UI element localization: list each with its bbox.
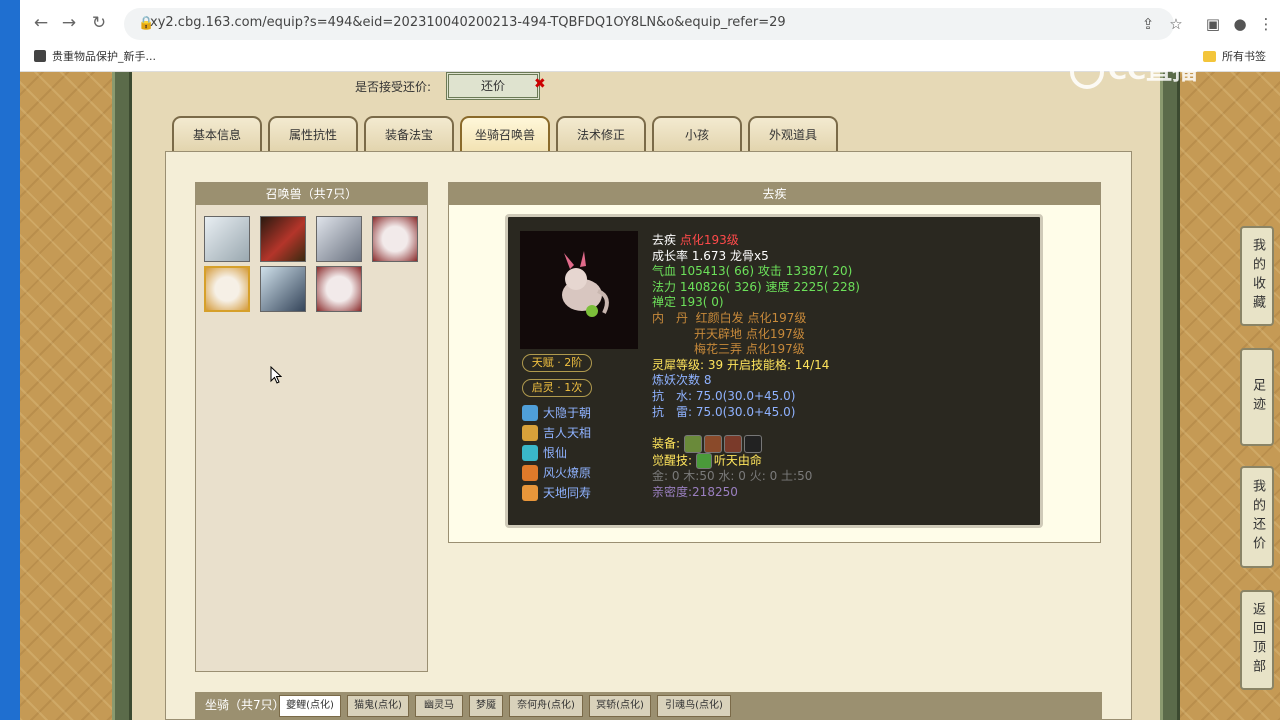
summon-stats: 去疾 点化193级 成长率 1.673 龙骨x5 气血 105413( 66) … [652,233,1032,500]
reload-icon[interactable]: ↻ [88,12,110,34]
skill-item[interactable]: 吉人天相 [522,424,591,441]
summon-thumb-selected[interactable] [204,266,250,312]
skill-item[interactable]: 风火燎原 [522,464,591,481]
skill-item[interactable]: 大隐于朝 [522,404,591,421]
profile-icon[interactable]: ● [1230,14,1250,34]
skill-icon [522,484,538,501]
tab-attributes[interactable]: 属性抗性 [268,116,358,152]
back-icon[interactable]: ← [30,12,52,34]
folder-icon [1203,50,1216,62]
qiling-badge: 启灵 · 1次 [522,379,592,397]
skill-icon [522,444,538,461]
summon-list-title: 召唤兽（共7只） [196,183,427,205]
side-my-offers[interactable]: 我的还价 [1240,466,1274,568]
summon-thumb[interactable] [316,216,362,262]
skill-icon [522,464,538,481]
summon-portrait-icon [562,251,609,317]
summon-thumb[interactable] [204,216,250,262]
equip-slot-icon[interactable] [683,435,702,454]
bookmark-item[interactable]: 贵重物品保护_新手... [34,48,156,64]
lingxi-line: 灵犀等级: 39 开启技能格: 14/14 [652,357,830,372]
summon-thumb[interactable] [260,216,306,262]
sidepanel-icon[interactable]: ▣ [1203,14,1223,34]
talent-badge: 天赋 · 2阶 [522,354,592,372]
taskbar-edge [0,0,20,720]
growth-line: 成长率 1.673 龙骨x5 [652,248,769,263]
address-bar[interactable]: 🔒 xy2.cbg.163.com/equip?s=494&eid=202310… [124,8,1174,40]
bookmark-icon [34,50,46,62]
mount-tab[interactable]: 梦魇 [469,695,503,717]
summon-portrait [520,231,638,349]
skill-item[interactable]: 恨仙 [522,444,567,461]
forward-icon[interactable]: → [58,12,80,34]
mount-tab[interactable]: 幽灵马 [415,695,463,717]
mount-tab[interactable]: 引魂鸟(点化) [657,695,731,717]
tab-child[interactable]: 小孩 [652,116,742,152]
decor-column-left [112,72,132,720]
side-favorites[interactable]: 我的收藏 [1240,226,1274,326]
summon-detail-title: 去疾 [449,183,1100,205]
mouse-cursor-icon [270,366,282,384]
tab-equipment[interactable]: 装备法宝 [364,116,454,152]
close-icon: ✖ [534,76,546,92]
side-back-to-top[interactable]: 返回顶部 [1240,590,1274,690]
equip-slot-icon[interactable] [743,435,762,454]
summon-thumb[interactable] [316,266,362,312]
summon-thumb[interactable] [260,266,306,312]
tab-appearance[interactable]: 外观道具 [748,116,838,152]
side-history[interactable]: 足迹 [1240,348,1274,446]
tab-mounts-summons[interactable]: 坐骑召唤兽 [460,116,550,152]
summon-thumb[interactable] [372,216,418,262]
mount-bar: 坐骑（共7只） 夔鲤(点化) 猫鬼(点化) 幽灵马 梦魇 奈何舟(点化) 冥轿(… [195,692,1102,720]
all-bookmarks[interactable]: 所有书签 [1203,48,1266,64]
summon-level: 点化193级 [679,233,739,247]
decor-column-right [1160,72,1180,720]
watermark: CC直播 [1070,50,1198,89]
mount-tab[interactable]: 猫鬼(点化) [347,695,409,717]
mount-title: 坐骑（共7只） [205,698,285,712]
haggle-button[interactable]: 还价 [446,72,540,100]
equip-slot-icon[interactable] [703,435,722,454]
summon-detail-card: 天赋 · 2阶 启灵 · 1次 大隐于朝 吉人天相 恨仙 风火燎原 天地同寿 去… [505,214,1043,528]
summon-name: 去疾 [652,233,677,247]
skill-item[interactable]: 天地同寿 [522,484,591,501]
skill-icon [522,404,538,421]
mount-tab[interactable]: 夔鲤(点化) [279,695,341,717]
mount-tab[interactable]: 冥轿(点化) [589,695,651,717]
skill-icon [522,424,538,441]
mount-tab[interactable]: 奈何舟(点化) [509,695,583,717]
menu-icon[interactable]: ⋮ [1256,14,1276,34]
share-icon[interactable]: ⇪ [1138,14,1158,34]
awaken-icon [695,453,712,470]
star-icon[interactable]: ☆ [1166,14,1186,34]
cc-logo-icon [1070,54,1104,89]
tab-spell-mod[interactable]: 法术修正 [556,116,646,152]
url-text: xy2.cbg.163.com/equip?s=494&eid=20231004… [150,15,786,30]
tab-basic-info[interactable]: 基本信息 [172,116,262,152]
equip-slot-icon[interactable] [723,435,742,454]
haggle-label: 是否接受还价: [355,80,432,94]
